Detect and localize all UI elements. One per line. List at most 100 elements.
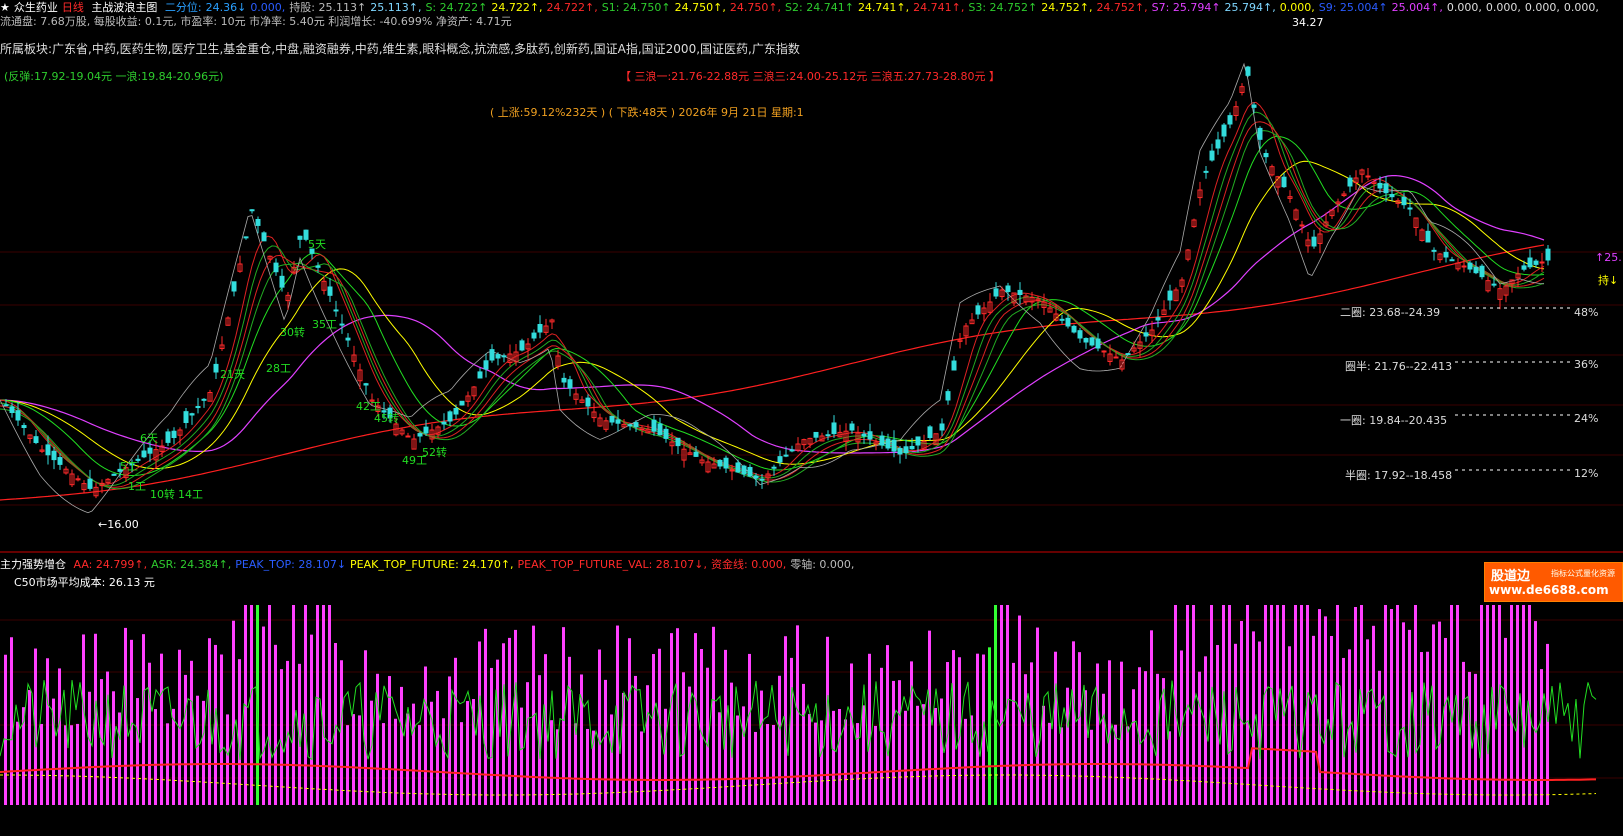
ma-line	[0, 175, 1545, 454]
level-1-5: 圈半: 21.76--22.413	[1345, 360, 1453, 373]
candle	[189, 413, 195, 416]
candle	[867, 431, 873, 440]
candle	[627, 424, 633, 427]
candle	[1221, 124, 1227, 137]
volume-bar	[436, 690, 439, 805]
candle	[1461, 265, 1467, 268]
volume-bar	[1456, 605, 1459, 805]
candle	[1467, 262, 1473, 270]
candle	[831, 422, 837, 435]
candle	[1251, 104, 1257, 108]
candle	[3, 404, 9, 407]
volume-bar	[490, 667, 493, 805]
volume-bar	[1540, 669, 1543, 805]
candle	[231, 281, 237, 292]
candle	[1431, 249, 1437, 252]
candle	[1065, 317, 1071, 327]
volume-bar	[526, 682, 529, 805]
candle	[423, 426, 429, 434]
volume-bar	[880, 667, 883, 805]
volume-bar	[4, 654, 7, 805]
volume-bar	[136, 698, 139, 805]
annotation: 45转	[374, 412, 399, 425]
annotation: 35工	[312, 318, 337, 331]
candle	[675, 437, 681, 447]
volume-bar	[754, 731, 757, 805]
candle	[1263, 153, 1269, 158]
volume-bar	[484, 628, 487, 805]
volume-bar	[1090, 729, 1093, 805]
candle	[777, 456, 783, 463]
price-high-label: 34.27	[1292, 16, 1324, 29]
volume-bar	[1414, 605, 1417, 805]
volume-bar	[772, 724, 775, 805]
volume-bar	[1510, 605, 1513, 805]
candle	[567, 379, 573, 389]
candle	[945, 391, 951, 401]
volume-bar	[550, 720, 553, 805]
volume-bar	[334, 643, 337, 805]
candle	[1521, 265, 1527, 270]
candle	[483, 360, 489, 370]
candle	[243, 236, 249, 239]
sub-indicator-value: 资金线: 0.000,	[711, 558, 787, 571]
candle	[609, 415, 615, 423]
candle	[813, 431, 819, 438]
candle	[1479, 265, 1485, 278]
candle	[297, 235, 303, 240]
volume-bar	[634, 675, 637, 805]
candle	[405, 435, 411, 438]
volume-bar	[922, 704, 925, 805]
volume-bar	[1318, 609, 1321, 805]
candle	[1425, 230, 1431, 243]
annotation: 5工	[120, 460, 138, 473]
volume-bar	[1288, 646, 1291, 805]
candle	[975, 305, 981, 315]
candle	[315, 265, 321, 268]
candle	[537, 324, 543, 333]
candle	[1077, 330, 1083, 339]
volume-bar	[322, 605, 325, 805]
volume-bar	[1324, 616, 1327, 805]
volume-bar	[820, 720, 823, 805]
volume-bar	[370, 700, 373, 805]
candle	[1281, 176, 1287, 188]
candle	[363, 383, 369, 386]
volume-bar	[1264, 605, 1267, 805]
candle	[1443, 251, 1449, 258]
average-cost-label: C50市场平均成本: 26.13 元	[14, 576, 155, 589]
volume-bar	[898, 680, 901, 805]
volume-bar	[760, 690, 763, 805]
volume-bar	[418, 725, 421, 805]
candle	[1101, 350, 1107, 353]
volume-bar	[184, 674, 187, 805]
candle	[717, 459, 723, 467]
level-1: 一圈: 19.84--20.435	[1340, 414, 1448, 427]
volume-bar	[1186, 605, 1189, 805]
volume-bar	[70, 725, 73, 805]
volume-bar	[292, 605, 295, 805]
candle	[849, 423, 855, 431]
volume-bar	[718, 712, 721, 805]
candle	[531, 332, 537, 339]
candle	[345, 337, 351, 341]
volume-bar	[304, 605, 307, 805]
volume-bar	[496, 659, 499, 805]
volume-bar	[1228, 605, 1231, 805]
volume-bar	[1240, 620, 1243, 805]
annotation: 30转	[280, 326, 305, 339]
volume-bar	[796, 625, 799, 805]
volume-bar	[862, 705, 865, 805]
sub-indicator-value: PEAK_TOP_FUTURE_VAL: 28.107↓,	[517, 558, 707, 571]
sub-indicator-title[interactable]: 主力强势增仓	[0, 558, 66, 571]
volume-bar	[268, 605, 271, 805]
candle	[1071, 325, 1077, 333]
volume-bar	[142, 634, 145, 805]
level-2: 二圈: 23.68--24.39	[1340, 306, 1441, 319]
level-1-pct: 24%	[1574, 412, 1599, 425]
volume-bar	[1036, 627, 1039, 805]
volume-bar	[1402, 622, 1405, 805]
volume-bar	[1252, 631, 1255, 805]
volume-bar	[1480, 605, 1483, 805]
candle	[45, 444, 51, 456]
